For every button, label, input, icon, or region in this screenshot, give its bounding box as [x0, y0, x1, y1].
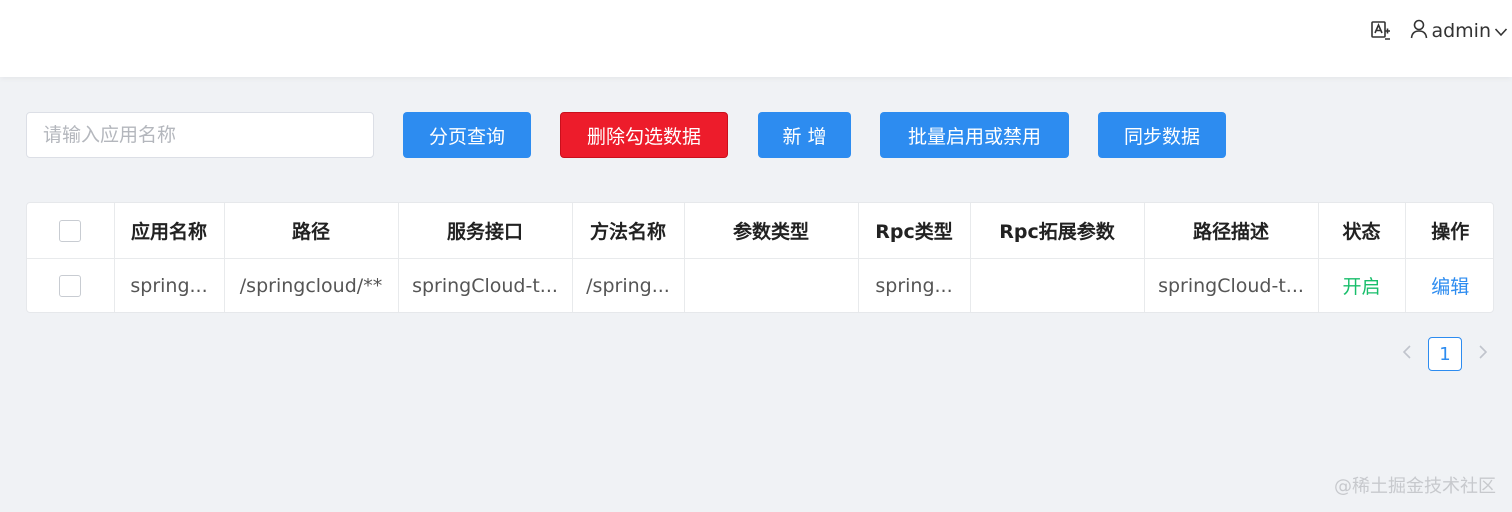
- data-table: 应用名称 路径 服务接口 方法名称 参数类型 Rpc类型 Rpc拓展参数 路径描…: [26, 202, 1494, 313]
- cell-path: /springcloud/**: [224, 258, 399, 312]
- sync-data-button[interactable]: 同步数据: [1098, 112, 1226, 158]
- cell-action: 编辑: [1405, 258, 1493, 312]
- select-all-checkbox[interactable]: [59, 219, 82, 242]
- select-all-cell: [27, 203, 115, 259]
- chevron-right-icon[interactable]: [1474, 344, 1492, 365]
- add-button[interactable]: 新 增: [758, 112, 851, 158]
- column-header: 路径: [224, 203, 399, 259]
- column-header: 状态: [1318, 203, 1406, 259]
- user-name: admin: [1431, 20, 1491, 42]
- column-header: 方法名称: [572, 203, 685, 259]
- delete-selected-button[interactable]: 删除勾选数据: [560, 112, 728, 158]
- cell-service-interface: springCloud-t...: [398, 258, 573, 312]
- column-header: 服务接口: [398, 203, 573, 259]
- watermark: @稀土掘金技术社区: [1334, 476, 1496, 497]
- column-header: 参数类型: [684, 203, 859, 259]
- cell-path-desc: springCloud-t...: [1144, 258, 1319, 312]
- user-icon: [1410, 19, 1428, 44]
- column-header: 路径描述: [1144, 203, 1319, 259]
- translate-icon[interactable]: [1370, 20, 1392, 42]
- header-actions: admin: [1370, 17, 1508, 45]
- table-header-row: 应用名称 路径 服务接口 方法名称 参数类型 Rpc类型 Rpc拓展参数 路径描…: [27, 203, 1493, 259]
- app-name-search-input[interactable]: [26, 112, 374, 158]
- batch-toggle-button[interactable]: 批量启用或禁用: [880, 112, 1069, 158]
- page-query-button[interactable]: 分页查询: [403, 112, 531, 158]
- user-menu[interactable]: admin: [1410, 19, 1508, 44]
- row-checkbox[interactable]: [59, 275, 82, 297]
- chevron-down-icon: [1494, 20, 1508, 42]
- status-badge: 开启: [1318, 258, 1406, 312]
- edit-link[interactable]: 编辑: [1431, 276, 1469, 298]
- column-header: 操作: [1405, 203, 1493, 259]
- cell-app-name: spring...: [114, 258, 225, 312]
- column-header: Rpc类型: [858, 203, 971, 259]
- table-row: spring... /springcloud/** springCloud-t.…: [27, 258, 1493, 312]
- cell-param-type: [684, 258, 859, 312]
- cell-rpc-ext: [970, 258, 1145, 312]
- chevron-left-icon[interactable]: [1398, 344, 1416, 365]
- column-header: Rpc拓展参数: [970, 203, 1145, 259]
- row-select-cell: [27, 258, 115, 312]
- pagination: 1: [1398, 337, 1492, 371]
- column-header: 应用名称: [114, 203, 225, 259]
- top-header: admin: [0, 0, 1512, 77]
- cell-rpc-type: spring...: [858, 258, 971, 312]
- cell-method-name: /spring...: [572, 258, 685, 312]
- toolbar: 分页查询 删除勾选数据 新 增 批量启用或禁用 同步数据: [26, 111, 1226, 159]
- page-number-current[interactable]: 1: [1428, 337, 1462, 371]
